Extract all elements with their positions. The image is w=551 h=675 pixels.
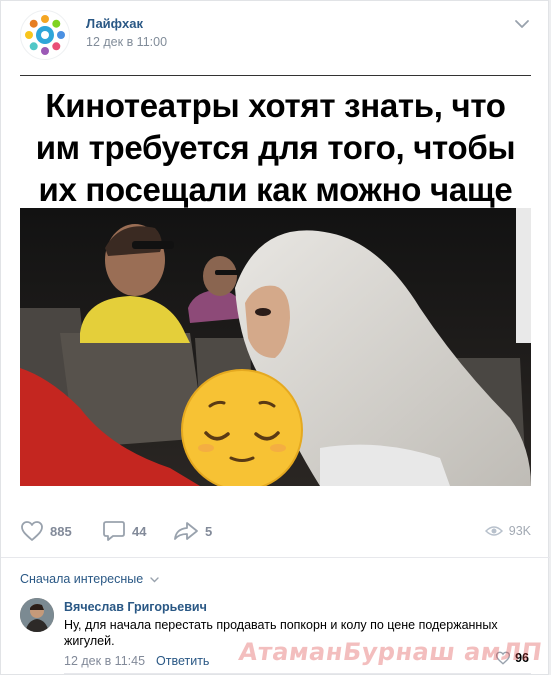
image-headline: Кинотеатры хотят знать, что им требуется… (20, 85, 531, 211)
post-date[interactable]: 12 дек в 11:00 (86, 35, 167, 49)
divider (1, 557, 550, 558)
post-card: Лайфхак 12 дек в 11:00 Кинотеатры хотят … (0, 0, 550, 675)
comment-date[interactable]: 12 дек в 11:45 (64, 654, 145, 668)
post-author[interactable]: Лайфхак (86, 16, 143, 31)
chevron-down-icon (150, 577, 159, 583)
headline-line: Кинотеатры хотят знать, что (45, 87, 506, 124)
headline-line: им требуется для того, чтобы (35, 129, 516, 166)
like-button[interactable]: 885 (20, 516, 72, 546)
share-count: 5 (205, 523, 213, 539)
share-icon (174, 522, 198, 540)
post-image[interactable]: Кинотеатры хотят знать, что им требуется… (20, 75, 531, 486)
comment-button[interactable]: 44 (102, 516, 146, 546)
commenter-avatar[interactable] (20, 598, 54, 632)
community-avatar[interactable] (20, 10, 70, 60)
watermark: АтаманБурнаш амЛП (236, 638, 544, 666)
comment-icon (103, 521, 125, 541)
eye-icon (484, 526, 503, 536)
comments-sort[interactable]: Сначала интересные (20, 572, 159, 586)
cinema-scene-illustration (20, 208, 531, 486)
comments-sort-label: Сначала интересные (20, 572, 144, 586)
heart-icon (21, 521, 43, 541)
user-photo-icon (20, 598, 54, 632)
chevron-down-icon[interactable] (514, 18, 530, 30)
views-count: 93K (508, 524, 531, 538)
image-top-border (20, 75, 531, 76)
share-button[interactable]: 5 (173, 516, 212, 546)
reply-button[interactable]: Ответить (156, 654, 209, 668)
views-counter: 93K (484, 516, 531, 546)
like-count: 885 (50, 523, 72, 539)
cinema-photo (20, 208, 531, 486)
comment-divider (64, 673, 531, 674)
comment-count: 44 (132, 523, 147, 539)
post-actions: 885 44 5 93K (20, 516, 531, 546)
commenter-name[interactable]: Вячеслав Григорьевич (64, 600, 207, 614)
community-logo-icon (25, 15, 65, 55)
post-header: Лайфхак 12 дек в 11:00 (20, 10, 530, 60)
headline-line: их посещали как можно чаще (38, 171, 513, 208)
